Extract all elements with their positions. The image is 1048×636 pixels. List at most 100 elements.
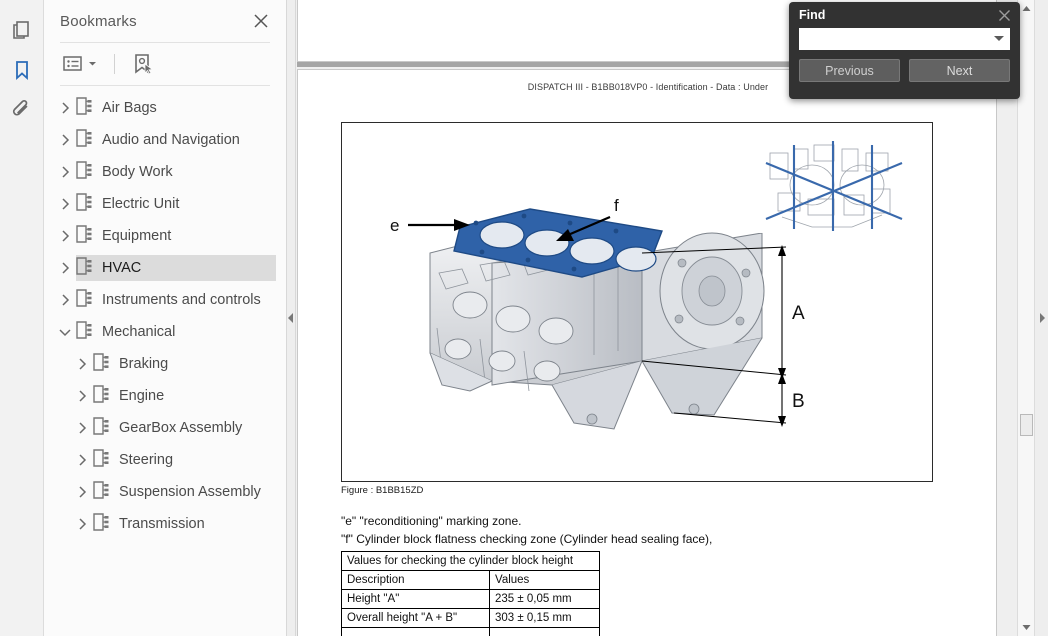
bookmark-item-label: HVAC: [102, 260, 142, 276]
bookmark-item-hvac[interactable]: HVAC: [44, 252, 286, 284]
scroll-down-icon[interactable]: [1018, 619, 1035, 636]
bookmark-item-steering[interactable]: Steering: [44, 444, 286, 476]
chevron-down-icon[interactable]: [994, 36, 1004, 41]
left-icon-rail: [0, 0, 44, 636]
find-dialog-header: Find: [789, 2, 1020, 28]
bookmark-item-label: Braking: [119, 356, 169, 372]
bookmark-document-icon: [93, 480, 110, 504]
chevron-right-icon[interactable]: [54, 289, 76, 311]
chevron-down-icon[interactable]: [54, 321, 76, 343]
chevron-right-icon[interactable]: [54, 193, 76, 215]
bookmark-item-equipment[interactable]: Equipment: [44, 220, 286, 252]
panel-collapse-handle[interactable]: [287, 0, 296, 636]
scrollbar-thumb[interactable]: [1020, 414, 1033, 436]
figure-caption: Figure : B1BB15ZD: [341, 485, 424, 496]
bookmark-item-label: Engine: [119, 388, 165, 404]
close-icon[interactable]: [995, 6, 1013, 24]
table-cell: 235 ± 0,05 mm: [489, 589, 600, 609]
chevron-right-icon[interactable]: [71, 449, 93, 471]
chevron-right-icon[interactable]: [54, 97, 76, 119]
bookmark-item-instruments-and-controls[interactable]: Instruments and controls: [44, 284, 286, 316]
bookmark-document-icon: [76, 128, 93, 152]
find-dialog-buttons: Previous Next: [789, 50, 1020, 82]
pdf-reader-window: Bookmarks Air Bags Audio and Navigation …: [0, 0, 1048, 636]
table-cell: Overall height "A + B": [341, 608, 490, 628]
bookmark-item-electric-unit[interactable]: Electric Unit: [44, 188, 286, 220]
bookmark-item-label: GearBox Assembly: [119, 420, 243, 436]
scroll-up-icon[interactable]: [1018, 0, 1035, 17]
bookmark-item-engine[interactable]: Engine: [44, 380, 286, 412]
bookmark-options-button[interactable]: [60, 50, 100, 78]
bookmark-item-label: Transmission: [119, 516, 205, 532]
new-bookmark-button[interactable]: [129, 50, 159, 78]
chevron-right-icon[interactable]: [54, 129, 76, 151]
bookmark-label-wrap: GearBox Assembly: [93, 415, 276, 441]
bookmark-document-icon: [76, 256, 93, 280]
label-f: f: [614, 196, 619, 215]
chevron-right-icon[interactable]: [71, 385, 93, 407]
bookmark-item-transmission[interactable]: Transmission: [44, 508, 286, 540]
bookmark-label-wrap: Electric Unit: [76, 191, 276, 217]
bookmarks-panel-title: Bookmarks: [60, 12, 137, 30]
bookmark-document-icon: [76, 96, 93, 120]
bookmark-document-icon: [93, 512, 110, 536]
cylinder-block-height-table: Values for checking the cylinder block h…: [341, 551, 600, 636]
bookmark-label-wrap: Engine: [93, 383, 276, 409]
bookmark-label-wrap: Steering: [93, 447, 276, 473]
bookmarks-icon[interactable]: [2, 50, 42, 90]
figure-note-e: "e" "reconditioning" marking zone.: [341, 514, 522, 528]
bookmark-document-icon: [76, 320, 93, 344]
bookmark-item-air-bags[interactable]: Air Bags: [44, 92, 286, 124]
bookmark-item-label: Instruments and controls: [102, 292, 261, 308]
bookmark-item-audio-and-navigation[interactable]: Audio and Navigation: [44, 124, 286, 156]
table-header-row: Description Values: [341, 570, 600, 590]
chevron-right-icon[interactable]: [54, 257, 76, 279]
table-title-row: Values for checking the cylinder block h…: [341, 551, 600, 571]
bookmark-document-icon: [93, 384, 110, 408]
bookmark-label-wrap: Braking: [93, 351, 276, 377]
inset-thumbnail: [758, 141, 908, 233]
bookmark-label-wrap: Body Work: [76, 159, 276, 185]
bookmark-item-label: Electric Unit: [102, 196, 180, 212]
bookmark-label-wrap: HVAC: [76, 255, 276, 281]
bookmark-document-icon: [76, 192, 93, 216]
dimension-label-a: A: [792, 303, 805, 324]
table-cell: Height "A": [341, 589, 490, 609]
bookmarks-panel: Bookmarks Air Bags Audio and Navigation …: [44, 0, 287, 636]
chevron-right-icon[interactable]: [71, 417, 93, 439]
chevron-right-icon[interactable]: [71, 513, 93, 535]
bookmark-label-wrap: Suspension Assembly: [93, 479, 276, 505]
chevron-right-icon[interactable]: [54, 225, 76, 247]
chevron-right-icon[interactable]: [71, 481, 93, 503]
find-input[interactable]: [799, 28, 1010, 50]
bookmark-document-icon: [93, 416, 110, 440]
bookmarks-tree: Air Bags Audio and Navigation Body Work …: [44, 86, 286, 540]
table-row: Overall height "A + B" 303 ± 0,15 mm: [341, 608, 600, 628]
bookmark-item-braking[interactable]: Braking: [44, 348, 286, 380]
table-cell: 303 ± 0,15 mm: [489, 608, 600, 628]
bookmark-item-body-work[interactable]: Body Work: [44, 156, 286, 188]
table-title-cell: Values for checking the cylinder block h…: [341, 551, 600, 571]
bookmark-label-wrap: Audio and Navigation: [76, 127, 276, 153]
bookmark-label-wrap: Equipment: [76, 223, 276, 249]
find-dialog: Find Previous Next: [789, 2, 1020, 99]
bookmark-item-suspension-assembly[interactable]: Suspension Assembly: [44, 476, 286, 508]
find-dialog-title: Find: [799, 8, 826, 22]
chevron-right-icon[interactable]: [54, 161, 76, 183]
close-icon[interactable]: [250, 10, 272, 32]
page-thumbnails-icon[interactable]: [2, 10, 42, 50]
figure-engine-block: e f A B: [341, 122, 933, 482]
attachments-icon[interactable]: [2, 90, 42, 130]
bookmark-label-wrap: Mechanical: [76, 319, 276, 345]
previous-button[interactable]: Previous: [799, 59, 900, 82]
bookmark-document-icon: [93, 352, 110, 376]
bookmark-item-gearbox-assembly[interactable]: GearBox Assembly: [44, 412, 286, 444]
bookmark-document-icon: [76, 160, 93, 184]
bookmark-label-wrap: Air Bags: [76, 95, 276, 121]
bookmark-item-label: Mechanical: [102, 324, 176, 340]
dimension-label-b: B: [792, 391, 805, 412]
next-button[interactable]: Next: [909, 59, 1010, 82]
right-panel-expand-handle[interactable]: [1034, 0, 1048, 636]
bookmark-item-mechanical[interactable]: Mechanical: [44, 316, 286, 348]
chevron-right-icon[interactable]: [71, 353, 93, 375]
